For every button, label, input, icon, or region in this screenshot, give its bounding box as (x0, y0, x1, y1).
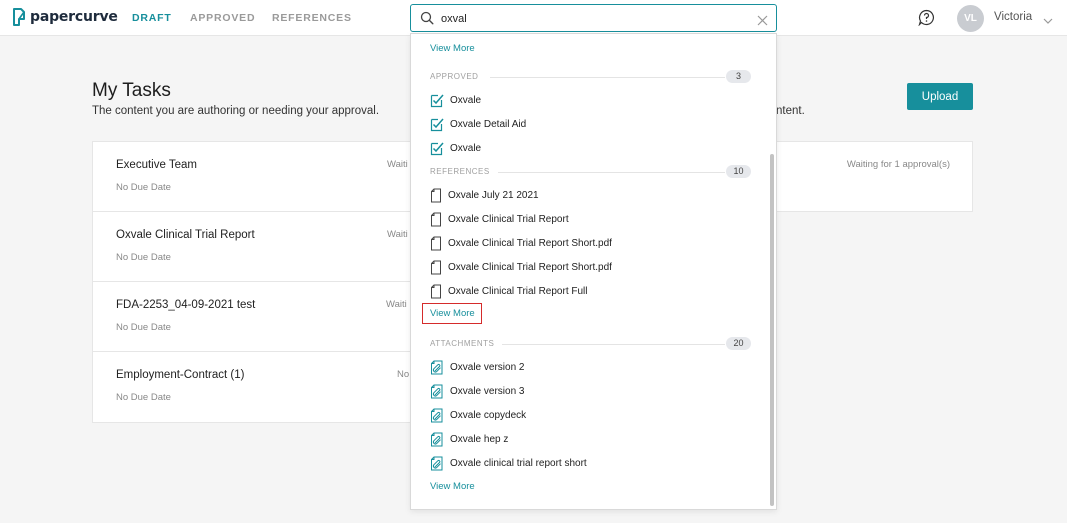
result-label: Oxvale (450, 142, 482, 154)
result-label: Oxvale copydeck (450, 409, 527, 421)
result-item[interactable]: Oxvale Detail Aid (430, 115, 526, 133)
logo[interactable]: papercurve (12, 8, 118, 26)
section-header-approved: APPROVED 3 (430, 70, 751, 84)
result-label: Oxvale hep z (450, 433, 509, 445)
page-subtitle: The content you are authoring or needing… (92, 105, 380, 117)
result-label: Oxvale Detail Aid (450, 118, 527, 130)
result-item[interactable]: Oxvale (430, 91, 481, 109)
approved-document-icon (430, 93, 444, 108)
task-status: Waiti (387, 229, 408, 240)
section-label: APPROVED (430, 72, 487, 81)
task-name: Executive Team (116, 159, 197, 171)
task-row[interactable]: Employment-Contract (1) No Due Date No (93, 352, 411, 422)
paperclip-document-icon (430, 432, 444, 447)
task-name: FDA-2253_04-09-2021 test (116, 299, 256, 311)
task-status: Waiti (386, 299, 407, 310)
result-item[interactable]: Oxvale July 21 2021 (430, 186, 539, 204)
result-item[interactable]: Oxvale Clinical Trial Report Short.pdf (430, 234, 612, 252)
section-header-attachments: ATTACHMENTS 20 (430, 337, 751, 351)
task-status: No (397, 369, 410, 380)
document-icon (430, 260, 442, 275)
count-badge: 3 (726, 70, 751, 83)
approved-document-icon (430, 141, 444, 156)
divider (490, 344, 725, 345)
result-item[interactable]: Oxvale Clinical Trial Report Short.pdf (430, 258, 612, 276)
task-list: Executive Team No Due Date Waiti Oxvale … (92, 141, 412, 423)
paperclip-document-icon (430, 408, 444, 423)
task-row[interactable]: Oxvale Clinical Trial Report No Due Date… (93, 212, 411, 282)
task-row[interactable]: FDA-2253_04-09-2021 test No Due Date Wai… (93, 282, 411, 352)
result-label: Oxvale July 21 2021 (448, 189, 539, 201)
section-header-references: REFERENCES 10 (430, 165, 751, 179)
result-label: Oxvale version 3 (450, 385, 525, 397)
task-status: Waiting for 1 approval(s) (846, 159, 950, 170)
view-more-attachments-link[interactable]: View More (430, 481, 475, 492)
result-item[interactable]: Oxvale Clinical Trial Report (430, 210, 569, 228)
paperclip-document-icon (430, 384, 444, 399)
task-name: Employment-Contract (1) (116, 369, 245, 381)
result-item[interactable]: Oxvale hep z (430, 430, 508, 448)
scrollbar[interactable] (770, 154, 774, 506)
task-row-status-panel[interactable]: Waiting for 1 approval(s) (776, 141, 973, 212)
task-name: Oxvale Clinical Trial Report (116, 229, 255, 241)
nav-draft[interactable]: DRAFT (132, 12, 172, 24)
page-subtitle-tail: ntent. (776, 105, 805, 117)
page-title: My Tasks (92, 80, 171, 101)
question-bubble-icon[interactable] (918, 9, 935, 31)
result-item[interactable]: Oxvale version 3 (430, 382, 524, 400)
section-label: ATTACHMENTS (430, 339, 503, 348)
nav-references[interactable]: REFERENCES (272, 12, 352, 24)
result-label: Oxvale clinical trial report short (450, 457, 587, 469)
paperclip-document-icon (430, 360, 444, 375)
result-label: Oxvale Clinical Trial Report Short.pdf (448, 237, 612, 249)
document-icon (430, 188, 442, 203)
upload-button[interactable]: Upload (907, 83, 973, 110)
search-icon (420, 11, 434, 30)
approved-document-icon (430, 117, 444, 132)
result-item[interactable]: Oxvale version 2 (430, 358, 524, 376)
task-due-date: No Due Date (116, 252, 171, 263)
search-input[interactable] (441, 10, 741, 27)
user-name[interactable]: Victoria (994, 11, 1032, 23)
document-icon (430, 284, 442, 299)
result-label: Oxvale Clinical Trial Report Short.pdf (448, 261, 612, 273)
brand-name: papercurve (30, 9, 118, 25)
papercurve-logo-icon (12, 8, 26, 26)
result-label: Oxvale Clinical Trial Report (448, 213, 569, 225)
chevron-down-icon[interactable] (1043, 12, 1053, 30)
result-label: Oxvale version 2 (450, 361, 525, 373)
nav-approved[interactable]: APPROVED (190, 12, 255, 24)
result-item[interactable]: Oxvale Clinical Trial Report Full (430, 282, 588, 300)
result-item[interactable]: Oxvale clinical trial report short (430, 454, 587, 472)
count-badge: 20 (726, 337, 751, 350)
result-item[interactable]: Oxvale copydeck (430, 406, 526, 424)
search-box[interactable] (410, 4, 777, 32)
search-results-dropdown: View More APPROVED 3 Oxvale Oxvale Detai… (410, 33, 777, 510)
paperclip-document-icon (430, 456, 444, 471)
avatar[interactable]: VL (957, 5, 984, 32)
task-due-date: No Due Date (116, 182, 171, 193)
view-more-link[interactable]: View More (430, 43, 475, 54)
task-due-date: No Due Date (116, 322, 171, 333)
view-more-references-link[interactable]: View More (422, 303, 482, 324)
count-badge: 10 (726, 165, 751, 178)
task-status: Waiti (387, 159, 408, 170)
document-icon (430, 212, 442, 227)
close-icon[interactable] (757, 13, 768, 31)
divider (490, 172, 725, 173)
divider (490, 77, 725, 78)
section-label: REFERENCES (430, 167, 498, 176)
task-row[interactable]: Executive Team No Due Date Waiti (93, 142, 411, 212)
task-due-date: No Due Date (116, 392, 171, 403)
document-icon (430, 236, 442, 251)
result-label: Oxvale Clinical Trial Report Full (448, 285, 588, 297)
result-label: Oxvale (450, 94, 482, 106)
result-item[interactable]: Oxvale (430, 139, 481, 157)
